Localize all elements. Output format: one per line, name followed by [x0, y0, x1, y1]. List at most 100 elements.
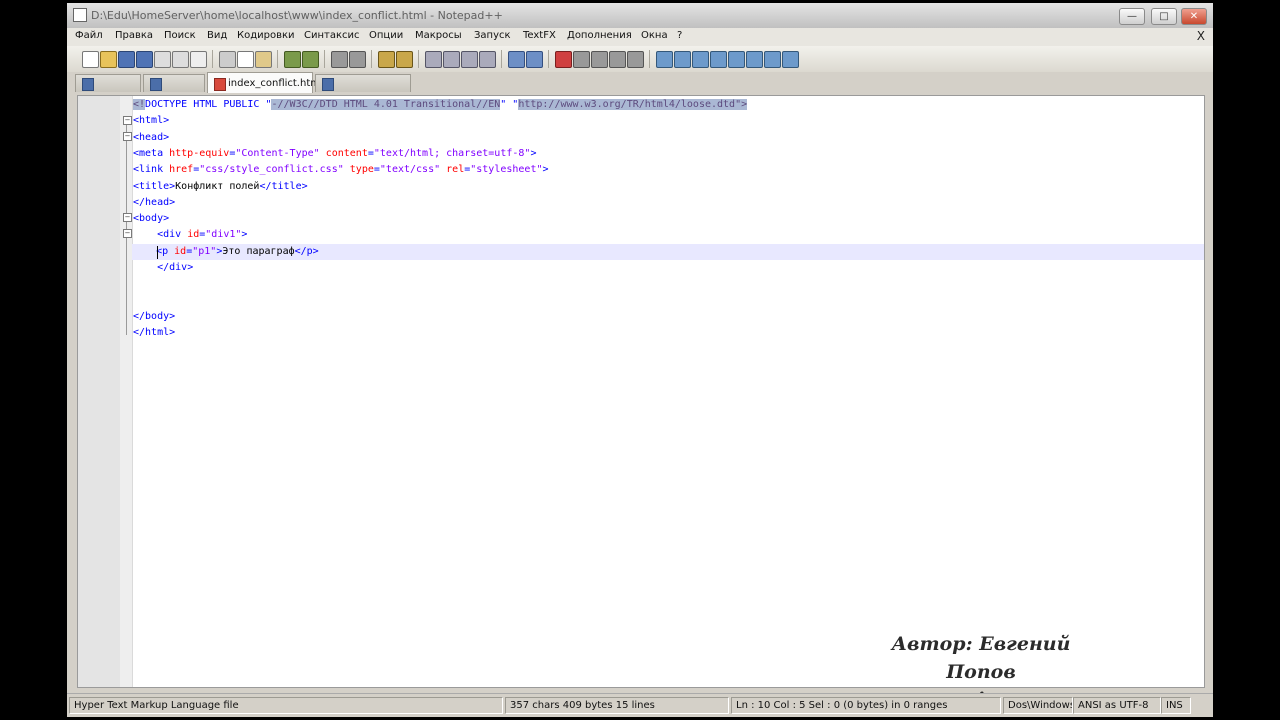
plugin-icon[interactable]	[746, 51, 763, 68]
code-line[interactable]: </div>	[133, 260, 193, 276]
close-icon[interactable]	[154, 51, 171, 68]
fold-toggle-head[interactable]: −	[123, 132, 132, 141]
code-token: DOCTYPE HTML PUBLIC "	[145, 99, 272, 110]
sync-scroll-icon[interactable]	[425, 51, 442, 68]
menu-edit[interactable]: Правка	[115, 30, 153, 41]
word-wrap-icon[interactable]	[443, 51, 460, 68]
fold-toggle-html[interactable]: −	[123, 116, 132, 125]
find-icon[interactable]	[331, 51, 348, 68]
minimize-button[interactable]: —	[1119, 8, 1145, 25]
plugin-icon[interactable]	[656, 51, 673, 68]
plugin-icon[interactable]	[674, 51, 691, 68]
save-all-icon[interactable]	[136, 51, 153, 68]
doc-map-icon[interactable]	[526, 51, 543, 68]
code-line[interactable]: <p id="p1">Это параграф</p>	[132, 243, 1204, 260]
code-line[interactable]: <!DOCTYPE HTML PUBLIC "-//W3C//DTD HTML …	[133, 97, 748, 113]
plugin-icon[interactable]	[710, 51, 727, 68]
undo-icon[interactable]	[284, 51, 301, 68]
cut-icon[interactable]	[219, 51, 236, 68]
maximize-button[interactable]: □	[1151, 8, 1177, 25]
document-tab-active[interactable]: index_conflict.html	[207, 72, 323, 93]
toolbar-separator	[501, 50, 502, 68]
menu-textfx[interactable]: TextFX	[523, 30, 556, 41]
code-line[interactable]: <title>Конфликт полей</title>	[133, 179, 308, 195]
menu-search[interactable]: Поиск	[164, 30, 196, 41]
menu-syntax[interactable]: Синтаксис	[304, 30, 360, 41]
code-line[interactable]: <head>	[133, 130, 169, 146]
code-token: Конфликт полей	[175, 180, 260, 192]
code-token: rel	[446, 164, 465, 176]
fold-toggle-body[interactable]: −	[123, 213, 132, 222]
code-line[interactable]: <body>	[133, 211, 169, 227]
stop-macro-icon[interactable]	[573, 51, 590, 68]
toolbar	[67, 46, 1213, 73]
text-caret	[157, 246, 159, 260]
save-icon[interactable]	[118, 51, 135, 68]
record-macro-icon[interactable]	[555, 51, 572, 68]
code-line[interactable]: </body>	[133, 309, 175, 325]
menu-file[interactable]: Файл	[75, 30, 103, 41]
code-token: id	[174, 245, 187, 257]
code-token: "p1"	[192, 245, 217, 257]
replace-icon[interactable]	[349, 51, 366, 68]
close-all-icon[interactable]	[172, 51, 189, 68]
fold-toggle-div[interactable]: −	[123, 229, 132, 238]
toolbar-separator	[277, 50, 278, 68]
document-tab-bar: index_conflict.html	[67, 72, 1213, 93]
indent-guide-icon[interactable]	[479, 51, 496, 68]
plugin-icon[interactable]	[764, 51, 781, 68]
menu-run[interactable]: Запуск	[474, 30, 511, 41]
close-document-icon[interactable]: X	[1197, 29, 1205, 43]
zoom-out-icon[interactable]	[396, 51, 413, 68]
code-line[interactable]: <link href="css/style_conflict.css" type…	[133, 162, 549, 178]
title-bar[interactable]: D:\Edu\HomeServer\home\localhost\www\ind…	[67, 3, 1213, 28]
toolbar-separator	[324, 50, 325, 68]
code-editor[interactable]: − − − − <!DOCTYPE HTML PUBLIC "-//W3C//D…	[77, 95, 1205, 688]
toolbar-separator	[418, 50, 419, 68]
paste-icon[interactable]	[255, 51, 272, 68]
menu-help[interactable]: ?	[677, 30, 682, 41]
plugin-icon[interactable]	[782, 51, 799, 68]
status-bar: Hyper Text Markup Language file 357 char…	[67, 693, 1213, 717]
code-token: <p	[156, 245, 175, 257]
code-token: "text/html; charset=utf-8"	[373, 147, 531, 159]
app-icon	[73, 8, 87, 22]
menu-macros[interactable]: Макросы	[415, 30, 462, 41]
save-macro-icon[interactable]	[627, 51, 644, 68]
code-line[interactable]: <div id="div1">	[133, 227, 247, 243]
show-all-chars-icon[interactable]	[461, 51, 478, 68]
plugin-icon[interactable]	[692, 51, 709, 68]
document-tab[interactable]	[143, 74, 205, 92]
tab-label: index_conflict.html	[228, 78, 323, 89]
menu-window[interactable]: Окна	[641, 30, 668, 41]
menu-options[interactable]: Опции	[369, 30, 403, 41]
code-line[interactable]: </head>	[133, 195, 175, 211]
menu-view[interactable]: Вид	[207, 30, 227, 41]
close-button[interactable]: ✕	[1181, 8, 1207, 25]
code-token: "stylesheet"	[470, 164, 543, 176]
document-tab[interactable]	[315, 74, 411, 92]
code-line[interactable]: <html>	[133, 113, 169, 129]
code-line[interactable]: </html>	[133, 325, 175, 341]
code-token: <link	[133, 164, 170, 176]
play-macro-icon[interactable]	[591, 51, 608, 68]
print-icon[interactable]	[190, 51, 207, 68]
code-line[interactable]: <meta http-equiv="Content-Type" content=…	[133, 146, 536, 162]
menu-plugins[interactable]: Дополнения	[567, 30, 632, 41]
document-tab[interactable]	[75, 74, 141, 92]
copy-icon[interactable]	[237, 51, 254, 68]
code-token: -//W3C//DTD HTML 4.01 Transitional//EN	[271, 99, 501, 110]
code-token: >	[530, 147, 537, 159]
user-language-icon[interactable]	[508, 51, 525, 68]
new-file-icon[interactable]	[82, 51, 99, 68]
menu-bar: Файл Правка Поиск Вид Кодировки Синтакси…	[67, 28, 1213, 47]
run-macro-multiple-icon[interactable]	[609, 51, 626, 68]
plugin-icon[interactable]	[728, 51, 745, 68]
code-token: "div1"	[205, 229, 242, 241]
zoom-in-icon[interactable]	[378, 51, 395, 68]
redo-icon[interactable]	[302, 51, 319, 68]
menu-encoding[interactable]: Кодировки	[237, 30, 295, 41]
open-file-icon[interactable]	[100, 51, 117, 68]
code-token: <head>	[133, 131, 170, 143]
